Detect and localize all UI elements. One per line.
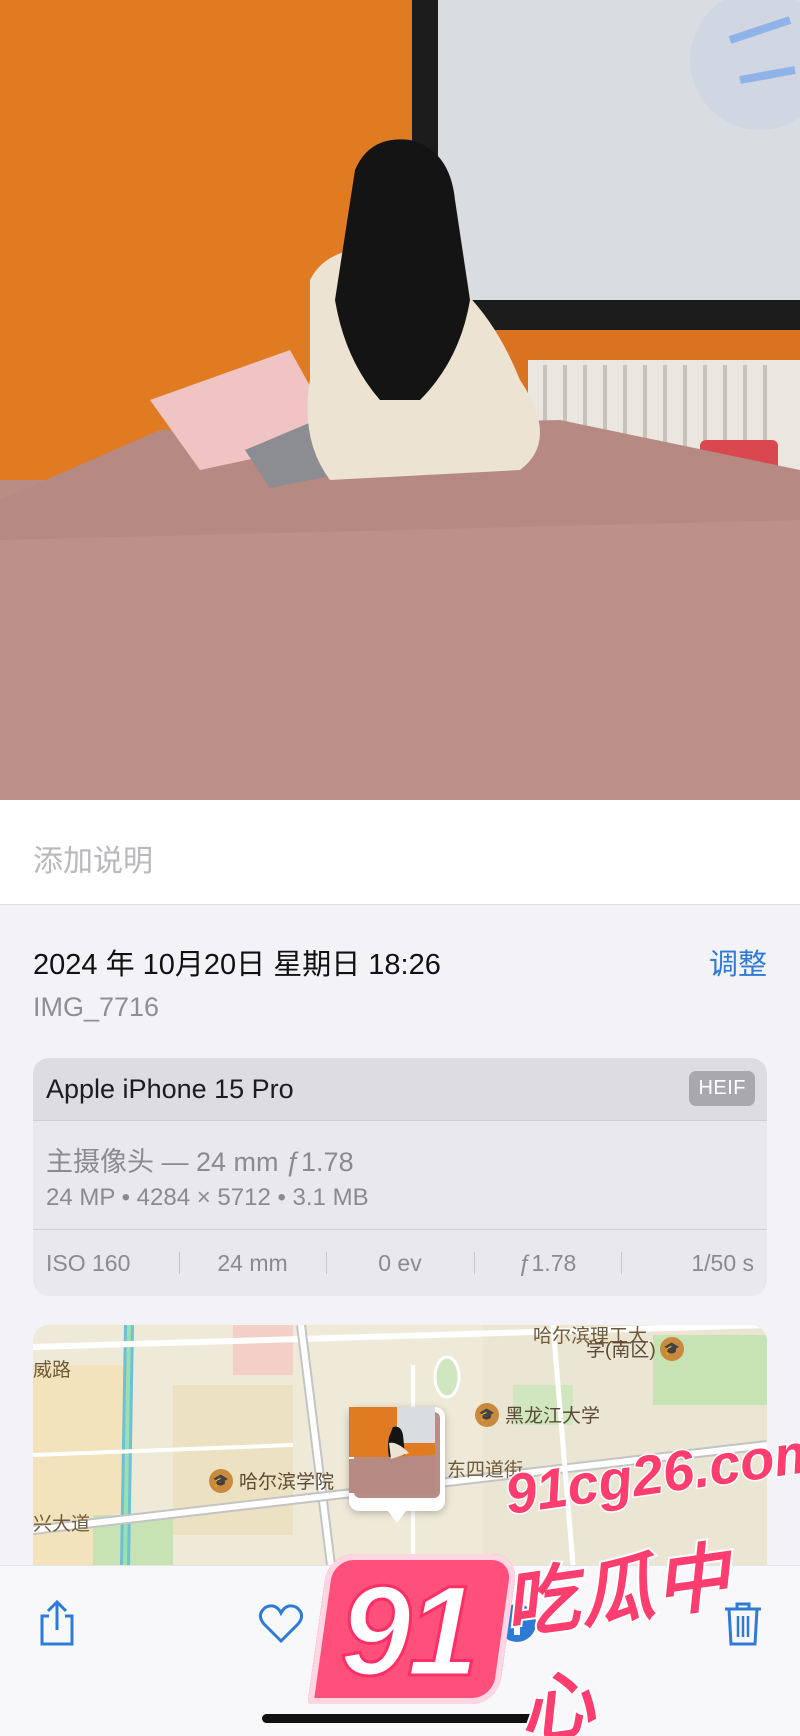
- trash-icon: [725, 1602, 761, 1646]
- map-label-avenue: 兴大道: [33, 1514, 91, 1535]
- image-specs: 24 MP • 4284 × 5712 • 3.1 MB: [46, 1184, 369, 1211]
- caption-area[interactable]: 添加说明: [0, 800, 800, 905]
- exif-exposure-value: 0 ev: [326, 1250, 474, 1277]
- exif-row: ISO 160 24 mm 0 ev ƒ1.78 1/50 s: [33, 1229, 767, 1296]
- photo-image: [0, 0, 800, 800]
- exif-iso: ISO 160: [46, 1249, 131, 1276]
- share-button[interactable]: [30, 1596, 84, 1650]
- photo-location-pin[interactable]: [349, 1407, 445, 1523]
- delete-button[interactable]: [716, 1596, 770, 1650]
- share-icon: [40, 1599, 74, 1646]
- photo-info-panel: 2024 年 10月20日 星期日 18:26 调整 IMG_7716 Appl…: [0, 905, 800, 1565]
- favorite-button[interactable]: [254, 1596, 308, 1650]
- map-poi-hrbu[interactable]: 🎓 哈尔滨学院: [209, 1467, 334, 1494]
- map-label-hrbu: 哈尔滨学院: [239, 1472, 335, 1493]
- device-name: Apple iPhone 15 Pro: [46, 1074, 294, 1104]
- format-badge: HEIF: [689, 1071, 755, 1106]
- exif-aperture: ƒ1.78: [473, 1250, 622, 1277]
- info-icon: [498, 1604, 536, 1642]
- map-label-hlju: 黑龙江大学: [505, 1406, 601, 1427]
- exif-shutter-speed: 1/50 s: [621, 1250, 767, 1277]
- camera-info-card: Apple iPhone 15 Pro HEIF 主摄像头 — 24 mm ƒ1…: [33, 1058, 767, 1296]
- home-indicator: [262, 1714, 538, 1723]
- map-poi-hlju[interactable]: 🎓 黑龙江大学: [475, 1401, 600, 1428]
- camera-info-header: Apple iPhone 15 Pro HEIF: [33, 1058, 767, 1121]
- university-icon: 🎓: [475, 1402, 499, 1427]
- map-poi-hit[interactable]: 学(南区) 🎓: [586, 1335, 690, 1362]
- info-button[interactable]: [490, 1596, 544, 1650]
- bottom-toolbar: [0, 1565, 800, 1736]
- pin-thumbnail: [349, 1407, 440, 1498]
- capture-date: 2024 年 10月20日 星期日 18:26: [33, 949, 441, 981]
- map-label-street: 东四道街: [447, 1460, 524, 1481]
- university-icon: 🎓: [209, 1468, 233, 1493]
- exif-focal-length: 24 mm: [178, 1250, 327, 1277]
- university-icon: 🎓: [659, 1336, 684, 1361]
- map-label-hit-2: 学(南区): [586, 1340, 656, 1361]
- location-map[interactable]: 威路 哈尔滨理工大 学(南区) 🎓 🎓 黑龙江大学 🎓 哈尔滨学院 东四道街 兴…: [33, 1325, 767, 1565]
- photo-view[interactable]: [0, 0, 800, 800]
- heart-icon: [258, 1604, 304, 1644]
- map-label-road: 威路: [33, 1360, 72, 1381]
- caption-placeholder[interactable]: 添加说明: [33, 836, 153, 880]
- lens-info: 主摄像头 — 24 mm ƒ1.78: [46, 1147, 354, 1177]
- adjust-button[interactable]: 调整: [709, 941, 767, 983]
- file-name: IMG_7716: [33, 992, 160, 1022]
